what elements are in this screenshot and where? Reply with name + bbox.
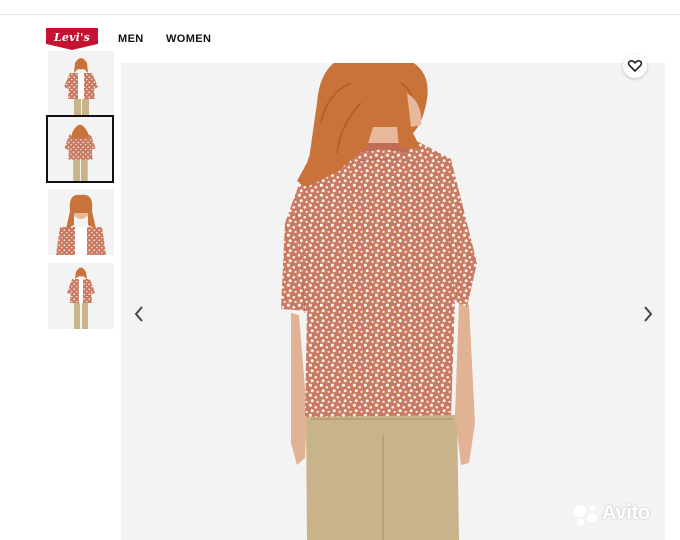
thumbnail-front-open[interactable] xyxy=(48,51,114,117)
thumbnail-full-front[interactable] xyxy=(48,263,114,329)
levis-logo[interactable]: Levi's xyxy=(46,28,98,50)
thumbnail-back[interactable] xyxy=(46,115,114,183)
heart-icon xyxy=(627,59,643,73)
next-image-button[interactable] xyxy=(638,302,658,326)
thumbnail-strip xyxy=(0,51,120,540)
favorite-button[interactable] xyxy=(623,54,647,78)
main-product-image[interactable] xyxy=(121,63,665,540)
nav-men[interactable]: MEN xyxy=(118,33,144,45)
chevron-left-icon xyxy=(134,306,143,322)
logo-text: Levi's xyxy=(53,31,91,44)
prev-image-button[interactable] xyxy=(129,302,149,326)
thumbnail-front-close[interactable] xyxy=(48,189,114,255)
model-back-photo xyxy=(121,63,665,540)
nav-women[interactable]: WOMEN xyxy=(166,33,211,45)
chevron-right-icon xyxy=(644,306,653,322)
watermark-text: Avito xyxy=(602,502,650,524)
avito-dots-icon xyxy=(574,505,597,526)
